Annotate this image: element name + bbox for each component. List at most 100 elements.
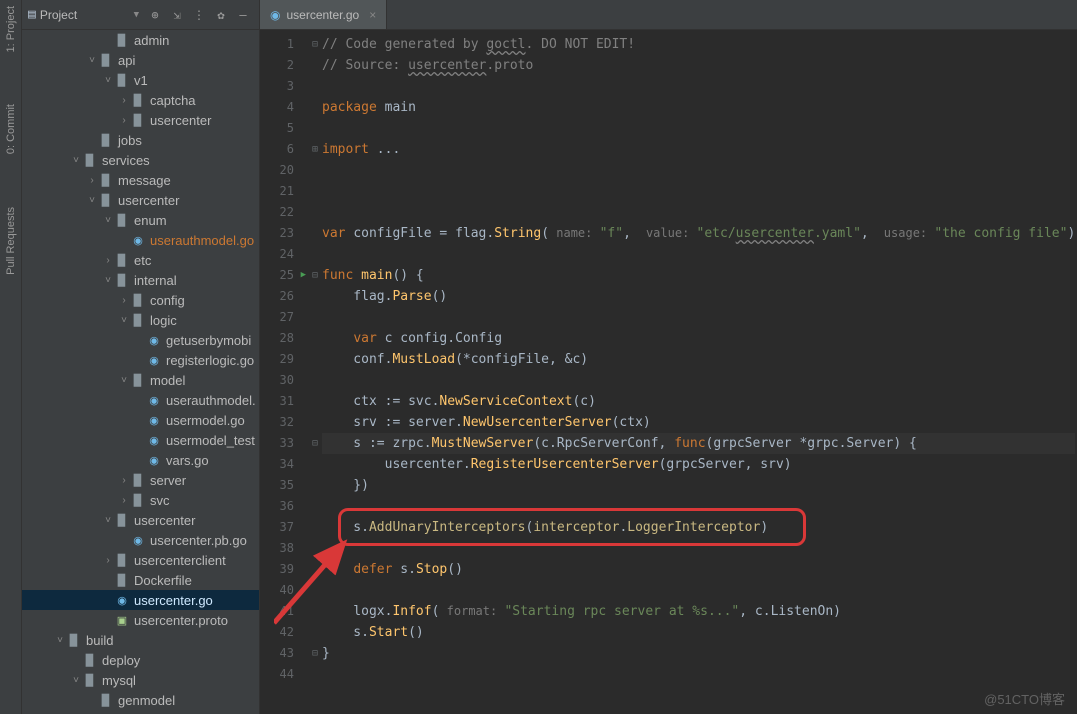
tree-item[interactable]: ˅▉usercenter <box>22 190 259 210</box>
close-icon[interactable]: × <box>369 8 376 22</box>
tree-item[interactable]: ◉userauthmodel.go <box>22 230 259 250</box>
tree-item[interactable]: ›▉captcha <box>22 90 259 110</box>
chevron-icon[interactable]: › <box>102 255 114 266</box>
chevron-icon[interactable]: › <box>118 295 130 306</box>
chevron-icon[interactable]: › <box>118 95 130 106</box>
fold-mark[interactable] <box>308 517 322 538</box>
fold-mark[interactable] <box>308 181 322 202</box>
project-tree[interactable]: ▉admin˅▉api˅▉v1›▉captcha›▉usercenter▉job… <box>22 30 259 714</box>
tree-item[interactable]: ▉genmodel <box>22 690 259 710</box>
tree-item[interactable]: ›▉svc <box>22 490 259 510</box>
tree-item[interactable]: ◉getuserbymobi <box>22 330 259 350</box>
fold-mark[interactable] <box>308 307 322 328</box>
chevron-icon[interactable]: › <box>118 115 130 126</box>
chevron-icon[interactable]: ˅ <box>102 275 114 286</box>
tree-item[interactable]: ▉Dockerfile <box>22 570 259 590</box>
code-content[interactable]: // Code generated by goctl. DO NOT EDIT!… <box>322 30 1075 714</box>
fold-mark[interactable] <box>308 349 322 370</box>
fold-mark[interactable] <box>308 391 322 412</box>
fold-mark[interactable] <box>308 223 322 244</box>
tree-item[interactable]: ◉usercenter.go <box>22 590 259 610</box>
tree-item[interactable]: ◉registerlogic.go <box>22 350 259 370</box>
fold-mark[interactable] <box>308 454 322 475</box>
tree-item[interactable]: ◉usermodel_test <box>22 430 259 450</box>
chevron-icon[interactable]: › <box>118 495 130 506</box>
target-icon[interactable]: ⊕ <box>145 5 165 25</box>
tree-item[interactable]: ◉vars.go <box>22 450 259 470</box>
rail-commit[interactable]: 0: Commit <box>3 98 19 160</box>
chevron-icon[interactable]: ˅ <box>86 195 98 206</box>
code-area[interactable]: 123456202122232425▶262728293031323334353… <box>260 30 1077 714</box>
tree-item[interactable]: ◉userauthmodel. <box>22 390 259 410</box>
gear-icon[interactable]: ✿ <box>211 5 231 25</box>
tree-item[interactable]: ▉deploy <box>22 650 259 670</box>
fold-mark[interactable] <box>308 412 322 433</box>
fold-mark[interactable]: ⊟ <box>308 34 322 55</box>
tree-item[interactable]: ›▉config <box>22 290 259 310</box>
tree-item[interactable]: ˅▉v1 <box>22 70 259 90</box>
chevron-icon[interactable]: ˅ <box>86 55 98 66</box>
tree-item[interactable]: ›▉etc <box>22 250 259 270</box>
fold-mark[interactable]: ⊞ <box>308 139 322 160</box>
fold-mark[interactable] <box>308 118 322 139</box>
chevron-icon[interactable]: ˅ <box>118 315 130 326</box>
tree-item[interactable]: ˅▉services <box>22 150 259 170</box>
rail-pull-requests[interactable]: Pull Requests <box>3 201 19 281</box>
tree-item[interactable]: ˅▉api <box>22 50 259 70</box>
tree-item[interactable]: ▉jobs <box>22 130 259 150</box>
tree-item[interactable]: ˅▉model <box>22 370 259 390</box>
chevron-icon[interactable]: › <box>118 475 130 486</box>
chevron-icon[interactable]: ˅ <box>102 75 114 86</box>
fold-mark[interactable] <box>308 559 322 580</box>
rail-project[interactable]: 1: Project <box>3 0 19 58</box>
fold-mark[interactable] <box>308 664 322 685</box>
chevron-icon[interactable]: › <box>86 175 98 186</box>
fold-mark[interactable] <box>308 496 322 517</box>
fold-mark[interactable] <box>308 538 322 559</box>
fold-mark[interactable] <box>308 580 322 601</box>
fold-mark[interactable] <box>308 160 322 181</box>
tree-item[interactable]: ›▉server <box>22 470 259 490</box>
tree-item[interactable]: ˅▉usercenter <box>22 510 259 530</box>
tree-item[interactable]: ›▉usercenterclient <box>22 550 259 570</box>
fold-mark[interactable] <box>308 55 322 76</box>
fold-mark[interactable]: ⊟ <box>308 265 322 286</box>
fold-mark[interactable] <box>308 202 322 223</box>
fold-mark[interactable]: ⊟ <box>308 643 322 664</box>
chevron-icon[interactable]: ˅ <box>102 215 114 226</box>
fold-mark[interactable] <box>308 76 322 97</box>
sidebar-title[interactable]: Project <box>40 8 130 22</box>
tree-item[interactable]: ›▉message <box>22 170 259 190</box>
fold-mark[interactable] <box>308 328 322 349</box>
tree-item[interactable]: ▉admin <box>22 30 259 50</box>
chevron-icon[interactable]: ˅ <box>54 635 66 646</box>
tree-item[interactable]: ◉usermodel.go <box>22 410 259 430</box>
run-gutter-icon[interactable]: ▶ <box>301 265 306 286</box>
chevron-icon[interactable]: ˅ <box>70 155 82 166</box>
chevron-icon[interactable]: › <box>102 555 114 566</box>
tree-item[interactable]: ˅▉enum <box>22 210 259 230</box>
folder-icon: ▉ <box>114 72 130 88</box>
tree-item[interactable]: ˅▉internal <box>22 270 259 290</box>
fold-mark[interactable]: ⊟ <box>308 433 322 454</box>
fold-mark[interactable] <box>308 601 322 622</box>
hide-icon[interactable]: — <box>233 5 253 25</box>
expand-icon[interactable]: ⇲ <box>167 5 187 25</box>
fold-mark[interactable] <box>308 244 322 265</box>
fold-mark[interactable] <box>308 622 322 643</box>
tab-usercenter[interactable]: ◉ usercenter.go × <box>260 0 387 29</box>
sidebar-dropdown-icon[interactable]: ▼ <box>134 10 139 20</box>
chevron-icon[interactable]: ˅ <box>118 375 130 386</box>
tree-item[interactable]: ˅▉logic <box>22 310 259 330</box>
tree-item[interactable]: ▣usercenter.proto <box>22 610 259 630</box>
fold-mark[interactable] <box>308 475 322 496</box>
chevron-icon[interactable]: ˅ <box>102 515 114 526</box>
fold-mark[interactable] <box>308 97 322 118</box>
tree-item[interactable]: ›▉usercenter <box>22 110 259 130</box>
tree-item[interactable]: ◉usercenter.pb.go <box>22 530 259 550</box>
tree-item[interactable]: ˅▉mysql <box>22 670 259 690</box>
fold-mark[interactable] <box>308 370 322 391</box>
tree-item[interactable]: ˅▉build <box>22 630 259 650</box>
chevron-icon[interactable]: ˅ <box>70 675 82 686</box>
fold-mark[interactable] <box>308 286 322 307</box>
